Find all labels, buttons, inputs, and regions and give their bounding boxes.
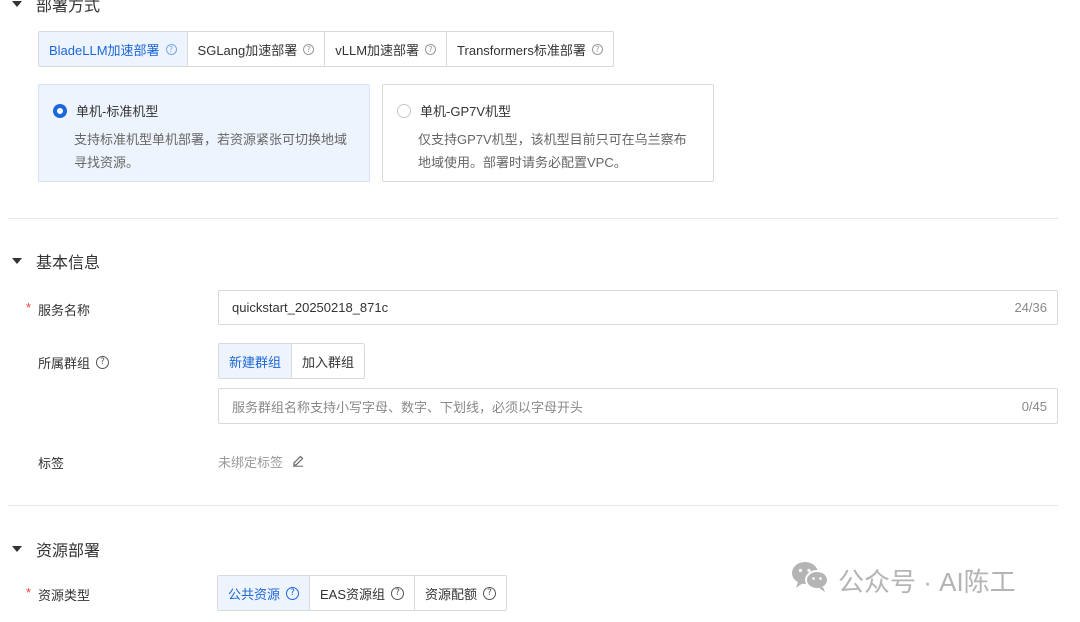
tab-eas-resource-group[interactable]: EAS资源组 ? <box>310 576 416 610</box>
edit-pencil-icon[interactable] <box>291 453 305 470</box>
required-mark: * <box>26 585 32 600</box>
section-title: 资源部署 <box>36 543 101 560</box>
collapse-caret-icon <box>12 258 22 264</box>
section-title: 基本信息 <box>36 255 101 272</box>
service-name-label: 服务名称 <box>38 303 91 318</box>
group-mode-tabs: 新建群组 加入群组 <box>218 343 366 379</box>
section-divider <box>8 505 1058 506</box>
tags-empty: 未绑定标签 <box>218 452 305 471</box>
help-icon[interactable]: ? <box>483 586 497 600</box>
service-name-input[interactable]: quickstart_20250218_871c 24/36 <box>218 290 1058 325</box>
help-icon[interactable]: ? <box>391 586 405 600</box>
machine-option-gp7v[interactable]: 单机-GP7V机型 仅支持GP7V机型，该机型目前只可在乌兰察布 地域使用。部署… <box>382 84 714 182</box>
tab-join-group[interactable]: 加入群组 <box>292 344 364 378</box>
char-count: 0/45 <box>1021 398 1047 414</box>
help-icon[interactable]: ? <box>425 43 437 55</box>
help-icon[interactable]: ? <box>165 43 177 55</box>
help-icon[interactable]: ? <box>303 43 315 55</box>
card-title: 单机-GP7V机型 <box>420 104 512 119</box>
card-description: 仅支持GP7V机型，该机型目前只可在乌兰察布 地域使用。部署时请务必配置VPC。 <box>418 132 687 170</box>
radio-unselected-icon[interactable] <box>397 103 411 118</box>
watermark: 公众号 · AI陈工 <box>790 560 1016 601</box>
basic-info-section-header[interactable]: 基本信息 <box>12 249 100 273</box>
group-label: 所属群组 ? <box>38 353 110 372</box>
section-title: 部署方式 <box>36 0 101 15</box>
char-count: 24/36 <box>1014 300 1047 315</box>
resource-type-tabs: 公共资源 ? EAS资源组 ? 资源配额 ? <box>217 575 508 611</box>
tab-new-group[interactable]: 新建群组 <box>219 344 293 378</box>
card-description: 支持标准机型单机部署，若资源紧张可切换地域 寻找资源。 <box>74 132 348 170</box>
help-icon[interactable]: ? <box>591 43 603 55</box>
deploy-method-tabs: BladeLLM加速部署 ? SGLang加速部署 ? vLLM加速部署 ? T… <box>38 31 614 67</box>
tab-resource-quota[interactable]: 资源配额 ? <box>415 576 506 610</box>
tab-vllm[interactable]: vLLM加速部署 ? <box>325 32 448 66</box>
wechat-logo-icon <box>790 560 830 601</box>
help-icon[interactable]: ? <box>96 356 110 369</box>
resource-type-label: 资源类型 <box>38 588 91 603</box>
tab-sglang[interactable]: SGLang加速部署 ? <box>188 32 326 66</box>
machine-option-standard[interactable]: 单机-标准机型 支持标准机型单机部署，若资源紧张可切换地域 寻找资源。 <box>38 84 370 182</box>
deploy-section-header[interactable]: 部署方式 <box>12 0 100 16</box>
tab-public-resource[interactable]: 公共资源 ? <box>218 576 311 610</box>
watermark-text: 公众号 · AI陈工 <box>838 567 1016 597</box>
resource-section-header[interactable]: 资源部署 <box>12 537 100 561</box>
tab-transformers[interactable]: Transformers标准部署 ? <box>447 32 613 66</box>
card-title: 单机-标准机型 <box>76 104 159 119</box>
collapse-caret-icon <box>12 546 22 552</box>
section-divider <box>8 218 1058 219</box>
required-mark: * <box>26 300 32 315</box>
group-name-input[interactable]: 服务群组名称支持小写字母、数字、下划线，必须以字母开头 0/45 <box>218 388 1058 424</box>
tags-label: 标签 <box>38 456 65 471</box>
tab-bladellm[interactable]: BladeLLM加速部署 ? <box>39 32 188 66</box>
collapse-caret-icon <box>12 1 22 7</box>
radio-selected-icon[interactable] <box>53 103 67 118</box>
help-icon[interactable]: ? <box>286 586 300 600</box>
